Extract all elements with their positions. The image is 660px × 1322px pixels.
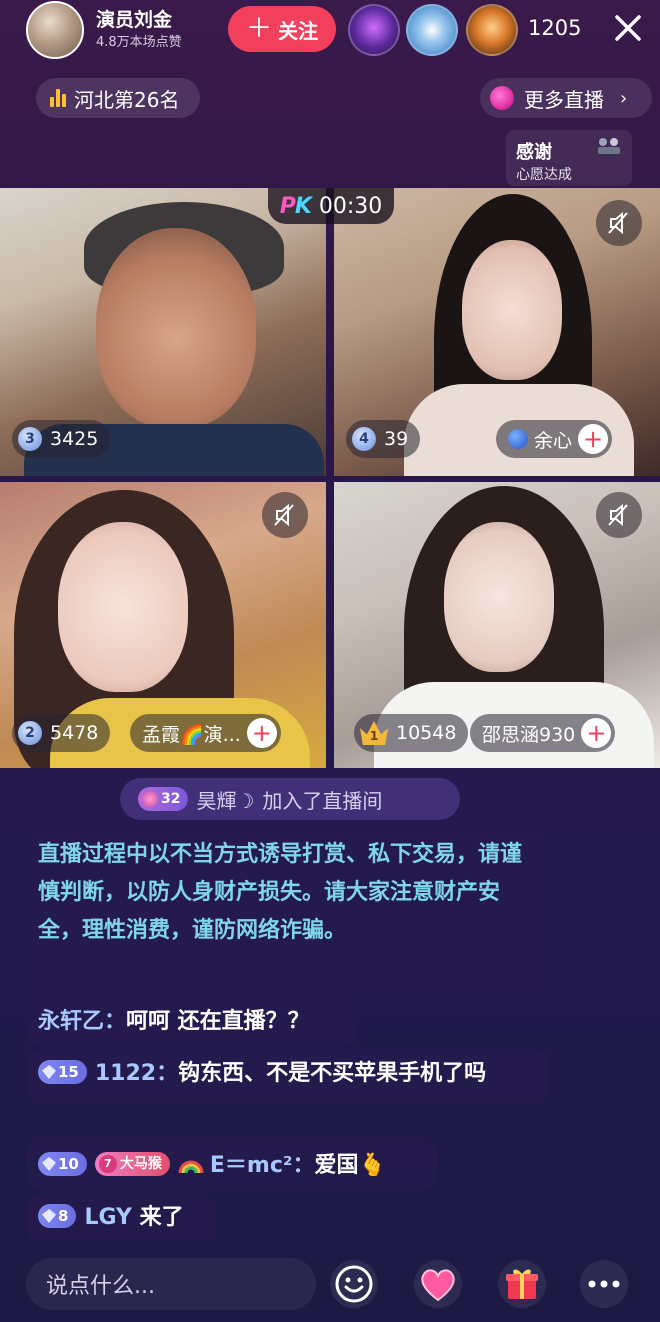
- player-score-badge[interactable]: 3 3425: [12, 420, 111, 458]
- fan-club-badge: 7 大马猴: [94, 1152, 170, 1176]
- player-score: 5478: [50, 722, 99, 744]
- like-button[interactable]: [414, 1260, 462, 1308]
- pk-video-grid: 3 3425 4 39 余心 + 2 5478 孟霞🌈演... + 1 1054…: [0, 188, 660, 768]
- player-name: 余心: [534, 429, 573, 452]
- player-name: 邵思涵930: [482, 723, 576, 746]
- crown-icon: 1: [360, 721, 388, 745]
- player-name-chip[interactable]: 孟霞🌈演... +: [130, 714, 281, 752]
- moon-icon: [508, 429, 528, 449]
- pk-logo: PK: [279, 193, 312, 219]
- thanks-subtitle: 心愿达成: [516, 167, 572, 183]
- user-level-badge: 15: [38, 1060, 87, 1084]
- chat-message[interactable]: 15 1122：钩东西、不是不买苹果手机了吗: [26, 1050, 550, 1098]
- anchor-name: 演员刘金: [96, 9, 173, 31]
- mute-icon[interactable]: [262, 492, 308, 538]
- safety-notice: 直播过程中以不当方式诱导打赏、私下交易，请谨慎判断，以防人身财产损失。请大家注意…: [26, 830, 550, 990]
- player-score-badge[interactable]: 1 10548: [354, 714, 469, 752]
- more-options-button[interactable]: [580, 1260, 628, 1308]
- fan-heart-icon: 7: [98, 1155, 117, 1173]
- video-tile-player-3[interactable]: 2 5478 孟霞🌈演... +: [0, 482, 326, 768]
- player-name: 孟霞🌈演...: [142, 723, 241, 746]
- viewer-avatar[interactable]: [406, 4, 458, 56]
- chat-username[interactable]: LGY: [84, 1205, 132, 1230]
- follow-plus-button[interactable]: +: [581, 718, 612, 748]
- chat-text: 呵呵 还在直播？？: [126, 1009, 310, 1034]
- chat-text: 爱国🫰: [314, 1153, 386, 1178]
- live-bubble-icon: [490, 86, 514, 110]
- player-score: 39: [384, 428, 409, 450]
- anchor-info[interactable]: 演员刘金 4.8万本场点赞: [26, 1, 216, 59]
- join-notification: 32 昊輝☽ 加入了直播间: [120, 778, 460, 820]
- more-live-label: 更多直播: [524, 87, 604, 112]
- plus-icon: ＋: [245, 14, 272, 44]
- anchor-likes: 4.8万本场点赞: [96, 35, 182, 50]
- anchor-avatar[interactable]: [26, 1, 84, 59]
- follow-button[interactable]: ＋ 关注: [228, 6, 336, 52]
- more-live-button[interactable]: 更多直播 ›: [480, 78, 652, 118]
- player-score-badge[interactable]: 2 5478: [12, 714, 111, 752]
- follow-plus-button[interactable]: +: [578, 424, 609, 454]
- pk-countdown: 00:30: [318, 193, 383, 219]
- join-user[interactable]: 昊輝☽: [196, 785, 254, 814]
- user-level-badge: 8: [38, 1204, 77, 1228]
- diamond-icon: [42, 1209, 56, 1223]
- rank-number: 4: [352, 427, 376, 451]
- viewer-count[interactable]: 1205: [528, 16, 581, 40]
- gift-icon: [506, 1269, 538, 1299]
- diamond-icon: [42, 1157, 56, 1171]
- chat-message[interactable]: 8 LGY 来了: [26, 1194, 216, 1242]
- smile-icon: [335, 1265, 373, 1303]
- level-icon: [142, 791, 158, 807]
- chat-text: 钩东西、不是不买苹果手机了吗: [178, 1061, 487, 1086]
- player-score-badge[interactable]: 4 39: [346, 420, 421, 458]
- user-level-badge: 10: [38, 1152, 87, 1176]
- player-name-chip[interactable]: 余心 +: [496, 420, 613, 458]
- mute-icon[interactable]: [596, 492, 642, 538]
- video-tile-player-1[interactable]: 3 3425: [0, 188, 326, 476]
- chat-username[interactable]: 永轩乙：: [38, 1009, 126, 1034]
- chat-message[interactable]: 永轩乙：呵呵 还在直播？？: [26, 998, 358, 1046]
- rainbow-icon: [178, 1160, 204, 1174]
- rank-number: 3: [18, 427, 42, 451]
- player-name-chip[interactable]: 邵思涵930 +: [470, 714, 616, 752]
- chevron-right-icon: ›: [620, 87, 628, 109]
- region-rank[interactable]: 河北第26名: [36, 78, 200, 118]
- bottom-action-bar: 说点什么...: [0, 1250, 660, 1322]
- viewer-avatar[interactable]: [466, 4, 518, 56]
- gift-figures-icon: [598, 138, 620, 154]
- chat-username[interactable]: E＝mc²：: [210, 1153, 315, 1178]
- safety-notice-text: 直播过程中以不当方式诱导打赏、私下交易，请谨慎判断，以防人身财产损失。请大家注意…: [38, 842, 523, 943]
- region-rank-label: 河北第26名: [74, 87, 180, 112]
- chat-message[interactable]: 10 7 大马猴 E＝mc²：爱国🫰: [26, 1142, 438, 1190]
- emoji-button[interactable]: [330, 1260, 378, 1308]
- close-icon[interactable]: [610, 10, 646, 46]
- thanks-title: 感谢: [516, 142, 552, 163]
- rank-bars-icon: [50, 89, 66, 107]
- join-text: 加入了直播间: [262, 788, 383, 813]
- chat-text: 来了: [139, 1205, 184, 1230]
- viewer-avatar[interactable]: [348, 4, 400, 56]
- player-score: 10548: [396, 722, 457, 744]
- heart-icon: [421, 1269, 455, 1302]
- follow-label: 关注: [278, 18, 318, 43]
- follow-plus-button[interactable]: +: [246, 718, 277, 748]
- chat-username[interactable]: 1122：: [95, 1061, 178, 1086]
- mute-icon[interactable]: [596, 200, 642, 246]
- pk-timer: PK 00:30: [268, 188, 394, 224]
- top-bar: 演员刘金 4.8万本场点赞 ＋ 关注 1205: [0, 0, 660, 62]
- more-dots-icon: [588, 1280, 620, 1288]
- user-level-badge: 32: [138, 787, 189, 811]
- video-tile-player-4[interactable]: 1 10548 邵思涵930 +: [334, 482, 660, 768]
- diamond-icon: [42, 1065, 56, 1079]
- gift-button[interactable]: [498, 1260, 546, 1308]
- video-tile-player-2[interactable]: 4 39 余心 +: [334, 188, 660, 476]
- wish-thanks-card[interactable]: 感谢 心愿达成: [506, 130, 632, 186]
- rank-number: 2: [18, 721, 42, 745]
- comment-input[interactable]: 说点什么...: [26, 1258, 316, 1310]
- player-score: 3425: [50, 428, 99, 450]
